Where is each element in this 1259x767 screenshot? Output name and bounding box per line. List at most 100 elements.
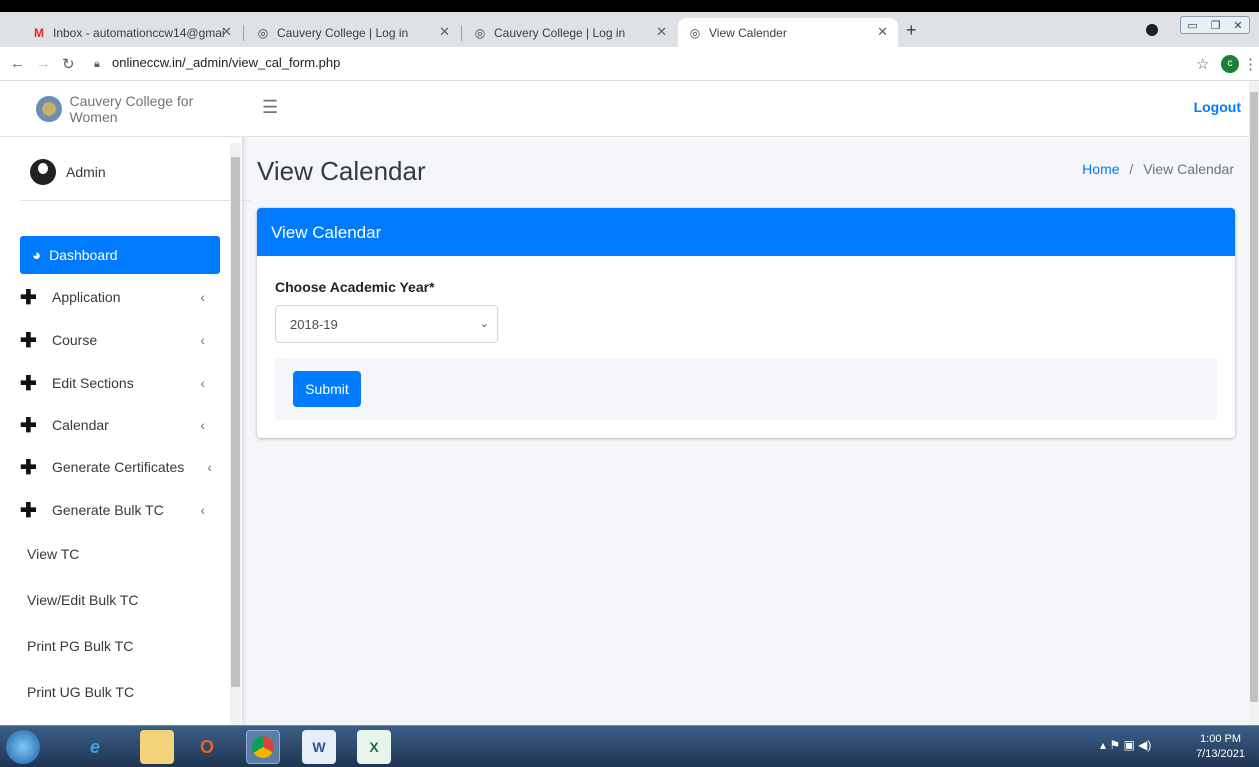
internet-explorer-icon[interactable]: e [78, 730, 112, 764]
close-tab-icon[interactable]: ✕ [221, 24, 232, 40]
tab-title: Cauvery College | Log in [494, 25, 626, 40]
clock-time: 1:00 PM [1200, 733, 1242, 745]
close-tab-icon[interactable]: ✕ [656, 24, 667, 40]
tab-title: Cauvery College | Log in [277, 25, 409, 40]
back-icon[interactable]: ← [10, 55, 25, 72]
gmail-icon: M [34, 25, 44, 40]
tab-title: View Calender [709, 25, 787, 40]
profile-avatar[interactable]: c [1221, 55, 1239, 73]
windows-taskbar: e O W X ▴ ⚑ ▣ ◀) 1:00 PM 7/13/2021 [0, 725, 1259, 767]
academic-year-label: Choose Academic Year* [275, 279, 435, 295]
tab-login-2[interactable]: ◎ Cauvery College | Log in ✕ [463, 18, 677, 47]
user-panel[interactable]: Admin [20, 143, 250, 201]
url-field[interactable]: onlineccw.in/_admin/view_cal_form.php [112, 55, 340, 70]
file-explorer-icon[interactable] [140, 730, 174, 764]
restore-icon[interactable]: ❐ [1211, 19, 1221, 32]
sidebar-item-label: Edit Sections [52, 375, 134, 391]
chevron-left-icon: ‹ [200, 332, 205, 348]
sidebar-item-print-ug-bulk-tc[interactable]: Print UG Bulk TC [27, 673, 227, 711]
chevron-left-icon: ‹ [200, 417, 205, 433]
submit-button[interactable]: Submit [293, 371, 361, 407]
sidebar-item-label: Course [52, 332, 98, 348]
brand[interactable]: Cauvery College for Women [0, 81, 242, 137]
top-navbar: ☰ Logout [242, 81, 1249, 137]
breadcrumb: Home / View Calendar [1082, 161, 1234, 177]
sidebar-item-application[interactable]: ✚ Application ‹ [20, 278, 220, 316]
reload-icon[interactable]: ↻ [62, 55, 75, 73]
sidebar-item-label: View TC [27, 546, 80, 562]
lock-icon: 🔒︎ [94, 58, 100, 70]
close-window-icon[interactable]: ✕ [1233, 19, 1242, 32]
outlook-icon[interactable]: O [190, 730, 224, 764]
sidebar-item-view-edit-bulk-tc[interactable]: View/Edit Bulk TC [27, 581, 227, 619]
menu-icon[interactable]: ⋮ [1243, 55, 1258, 73]
sidebar-item-label: Generate Certificates [52, 459, 185, 475]
sidebar-item-label: Calendar [52, 417, 109, 433]
view-calendar-card: View Calendar Choose Academic Year* 2018… [257, 208, 1235, 438]
globe-icon: ◎ [474, 25, 486, 40]
logout-link[interactable]: Logout [1194, 99, 1241, 115]
sidebar-item-edit-sections[interactable]: ✚ Edit Sections ‹ [20, 364, 220, 402]
chrome-icon[interactable] [246, 730, 280, 764]
close-tab-icon[interactable]: ✕ [439, 24, 450, 40]
clock-date: 7/13/2021 [1196, 748, 1245, 760]
sidebar-item-generate-bulk-tc[interactable]: ✚ Generate Bulk TC ‹ [20, 491, 220, 529]
breadcrumb-separator: / [1129, 161, 1134, 177]
sidebar-item-print-pg-bulk-tc[interactable]: Print PG Bulk TC [27, 627, 227, 665]
plus-icon: ✚ [20, 286, 37, 309]
sidebar: Cauvery College for Women Admin ◕ Dashbo… [0, 81, 250, 725]
record-icon [1146, 24, 1158, 36]
academic-year-select[interactable]: 2018-19 ⌄ [275, 305, 498, 343]
breadcrumb-home[interactable]: Home [1082, 161, 1119, 177]
minimize-icon[interactable]: ▭ [1187, 19, 1197, 32]
page-title: View Calendar [257, 156, 426, 186]
start-button-icon[interactable] [6, 730, 40, 764]
web-page: Cauvery College for Women Admin ◕ Dashbo… [0, 81, 1249, 725]
user-avatar-icon [30, 158, 56, 185]
window-controls: ▭ ❐ ✕ [1180, 16, 1250, 34]
tab-title: Inbox - automationccw14@gmai [53, 25, 225, 40]
plus-icon: ✚ [20, 456, 37, 479]
page-scrollbar-thumb[interactable] [1250, 92, 1258, 702]
sidebar-item-calendar[interactable]: ✚ Calendar ‹ [20, 406, 220, 444]
sidebar-item-label: View/Edit Bulk TC [27, 592, 139, 608]
address-bar-row: ← → ↻ 🔒︎ onlineccw.in/_admin/view_cal_fo… [0, 47, 1259, 81]
new-tab-button[interactable]: + [906, 20, 917, 41]
tab-login-1[interactable]: ◎ Cauvery College | Log in ✕ [246, 18, 460, 47]
chevron-left-icon: ‹ [200, 502, 205, 518]
tray-icons[interactable]: ▴ ⚑ ▣ ◀) [1100, 738, 1151, 752]
plus-icon: ✚ [20, 372, 37, 395]
chevron-left-icon: ‹ [200, 289, 205, 305]
sidebar-item-generate-certificates[interactable]: ✚ Generate Certificates ‹ [20, 448, 220, 486]
card-footer: Submit [275, 358, 1217, 420]
forward-icon[interactable]: → [36, 55, 51, 72]
dashboard-icon: ◕ [32, 246, 42, 264]
globe-icon: ◎ [689, 25, 701, 40]
sidebar-item-label: Print PG Bulk TC [27, 638, 134, 654]
sidebar-item-view-tc[interactable]: View TC [27, 535, 227, 573]
plus-icon: ✚ [20, 329, 37, 352]
word-icon[interactable]: W [302, 730, 336, 764]
chevron-left-icon: ‹ [200, 375, 205, 391]
excel-icon[interactable]: X [357, 730, 391, 764]
chevron-down-icon: ⌄ [479, 318, 489, 330]
plus-icon: ✚ [20, 414, 37, 437]
close-tab-icon[interactable]: ✕ [877, 24, 888, 40]
tab-gmail[interactable]: M Inbox - automationccw14@gmai ✕ [22, 18, 242, 47]
tab-view-calendar[interactable]: ◎ View Calender ✕ [678, 18, 898, 47]
breadcrumb-current: View Calendar [1143, 161, 1234, 177]
college-logo [36, 95, 62, 122]
browser-window: M Inbox - automationccw14@gmai ✕ ◎ Cauve… [0, 12, 1259, 725]
sidebar-item-dashboard[interactable]: ◕ Dashboard [20, 236, 220, 274]
hamburger-menu-icon[interactable]: ☰ [262, 97, 278, 118]
user-name: Admin [66, 163, 106, 180]
tab-strip: M Inbox - automationccw14@gmai ✕ ◎ Cauve… [0, 12, 1259, 47]
sidebar-scrollbar-thumb[interactable] [231, 157, 240, 687]
sidebar-item-course[interactable]: ✚ Course ‹ [20, 321, 220, 359]
clock[interactable]: 1:00 PM 7/13/2021 [1196, 732, 1245, 762]
sidebar-item-label: Dashboard [49, 247, 118, 263]
chevron-left-icon: ‹ [207, 459, 212, 475]
star-icon[interactable]: ☆ [1196, 55, 1209, 73]
sidebar-item-label: Generate Bulk TC [52, 502, 164, 518]
plus-icon: ✚ [20, 499, 37, 522]
